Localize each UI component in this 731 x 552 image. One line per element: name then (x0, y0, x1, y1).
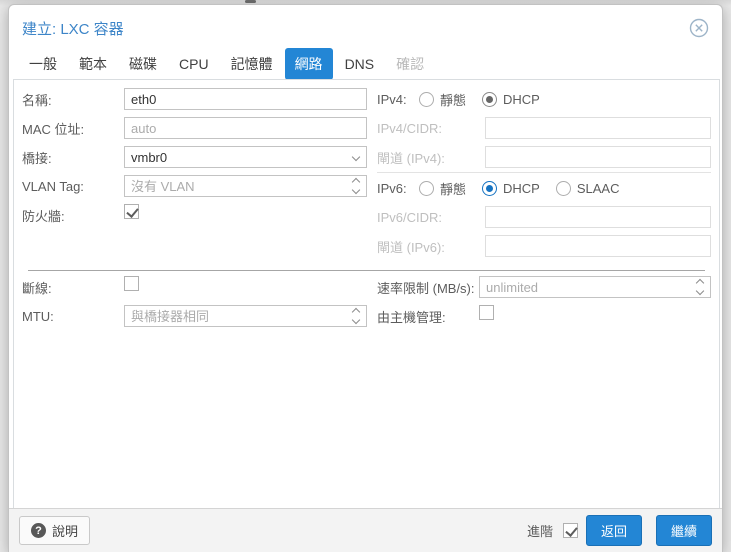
ipv6-label: IPv6: (377, 180, 407, 196)
ipv4-gateway-row: 閘道 (IPv4): (377, 146, 711, 168)
background-window-artifact (245, 0, 256, 3)
bridge-label: 橋接: (22, 150, 52, 166)
ipv4-mode-row: IPv4: 靜態 DHCP (377, 88, 711, 110)
mac-label: MAC 位址: (22, 121, 85, 137)
right-column: IPv4: 靜態 DHCP IPv4/CIDR: 閘道 (IPv4): IPv6… (377, 88, 711, 264)
advanced-label: 進階 (526, 524, 553, 539)
bridge-row: 橋接: (22, 146, 367, 168)
ipv4-cidr-label: IPv4/CIDR: (377, 120, 443, 136)
rate-limit-label: 速率限制 (MB/s): (377, 280, 475, 296)
ipv4-static-option: 靜態 (419, 90, 466, 109)
ipv6-static-label: 靜態 (440, 181, 467, 197)
spinner-icons[interactable] (690, 277, 710, 297)
tab-network[interactable]: 網路 (284, 48, 333, 80)
ipv4-cidr-input (485, 117, 711, 139)
footer-actions: 進階 返回 繼續 (527, 515, 712, 546)
ipv6-static-radio[interactable] (419, 180, 434, 196)
spinner-icons[interactable] (346, 306, 366, 326)
ipv6-dhcp-radio[interactable] (482, 180, 498, 196)
spinner-icons[interactable] (346, 176, 366, 196)
host-managed-label: 由主機管理: (377, 309, 446, 325)
mtu-row: MTU: (22, 305, 367, 327)
question-icon: ? (31, 523, 46, 538)
back-button[interactable]: 返回 (585, 515, 642, 546)
tab-disks[interactable]: 磁碟 (119, 48, 167, 80)
firewall-checkbox[interactable] (124, 204, 139, 219)
ipv4-static-label: 靜態 (440, 92, 467, 108)
mtu-stepper[interactable] (124, 305, 367, 327)
name-label: 名稱: (22, 92, 52, 108)
name-row: 名稱: (22, 88, 367, 110)
vlan-stepper[interactable] (124, 175, 367, 197)
chevron-down-icon[interactable] (346, 147, 366, 167)
ipv6-cidr-input (485, 206, 711, 228)
help-button-label: 說明 (52, 524, 79, 539)
ipv6-gateway-label: 閘道 (IPv6): (377, 239, 445, 255)
disconnect-label: 斷線: (22, 280, 52, 296)
disconnect-row: 斷線: (22, 276, 367, 298)
host-managed-checkbox[interactable] (479, 305, 494, 320)
close-icon[interactable] (688, 17, 710, 39)
tab-memory[interactable]: 記憶體 (221, 48, 283, 80)
vlan-row: VLAN Tag: (22, 175, 367, 197)
tab-general[interactable]: 一般 (19, 48, 67, 80)
ipv4-dhcp-label: DHCP (503, 91, 540, 107)
ipv6-slaac-label: SLAAC (576, 180, 620, 196)
next-button[interactable]: 繼續 (655, 515, 712, 546)
ipv4-gateway-input (485, 146, 711, 168)
advanced-checkbox[interactable] (562, 523, 578, 538)
mac-row: MAC 位址: (22, 117, 367, 139)
bridge-select[interactable] (124, 146, 367, 168)
ipv6-static-option: 靜態 (419, 179, 466, 198)
left-column: 名稱: MAC 位址: 橋接: VLAN Tag: (22, 88, 367, 233)
ipv4-static-radio[interactable] (419, 91, 434, 107)
advanced-left-column: 斷線: MTU: (22, 276, 367, 334)
wizard-tab-bar: 一般 範本 磁碟 CPU 記憶體 網路 DNS 確認 (19, 48, 712, 80)
tab-cpu[interactable]: CPU (169, 50, 219, 78)
network-form-panel: 名稱: MAC 位址: 橋接: VLAN Tag: (13, 79, 720, 509)
dialog-header: 建立: LXC 容器 (9, 5, 722, 47)
ipv6-dhcp-option: DHCP (482, 180, 540, 196)
ipv4-dhcp-option: DHCP (482, 91, 540, 107)
ipv4-gateway-label: 閘道 (IPv4): (377, 150, 445, 166)
ipv6-gateway-input (485, 235, 711, 257)
tab-dns[interactable]: DNS (335, 50, 385, 78)
ipv4-cidr-row: IPv4/CIDR: (377, 117, 711, 139)
tab-confirm: 確認 (396, 56, 425, 72)
firewall-label: 防火牆: (22, 208, 65, 224)
name-input[interactable] (124, 88, 367, 110)
firewall-row: 防火牆: (22, 204, 367, 226)
mac-input[interactable] (124, 117, 367, 139)
ipv6-cidr-row: IPv6/CIDR: (377, 206, 711, 228)
dialog-footer: ? 說明 進階 返回 繼續 (9, 508, 722, 552)
ipv6-slaac-option: SLAAC (555, 180, 620, 196)
create-lxc-dialog: 建立: LXC 容器 一般 範本 磁碟 CPU 記憶體 網路 DNS 確認 名稱… (8, 4, 723, 552)
host-managed-row: 由主機管理: (377, 305, 711, 327)
ipv6-cidr-label: IPv6/CIDR: (377, 209, 443, 225)
mtu-label: MTU: (22, 308, 54, 324)
advanced-section-divider (28, 270, 705, 271)
ipv4-label: IPv4: (377, 91, 407, 107)
tab-template[interactable]: 範本 (69, 48, 117, 80)
rate-limit-stepper[interactable] (479, 276, 711, 298)
ipv6-mode-row: IPv6: 靜態 DHCP SLAAC (377, 177, 711, 199)
dialog-title: 建立: LXC 容器 (22, 21, 124, 38)
vlan-label: VLAN Tag: (22, 178, 84, 194)
advanced-right-column: 速率限制 (MB/s): 由主機管理: (377, 276, 711, 334)
ipv6-dhcp-label: DHCP (503, 180, 540, 196)
ipv4-dhcp-radio[interactable] (482, 91, 498, 107)
disconnect-checkbox[interactable] (124, 276, 139, 291)
rate-limit-row: 速率限制 (MB/s): (377, 276, 711, 298)
ipv6-gateway-row: 閘道 (IPv6): (377, 235, 711, 257)
ipv4-ipv6-separator (377, 172, 711, 173)
ipv6-slaac-radio[interactable] (555, 180, 571, 196)
help-button[interactable]: ? 說明 (19, 516, 91, 545)
